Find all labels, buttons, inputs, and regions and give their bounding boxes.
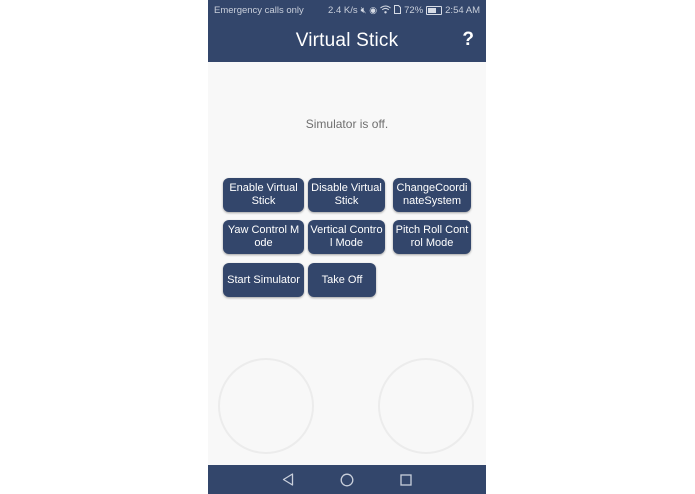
simulator-status-text: Simulator is off. <box>305 117 389 131</box>
status-icons: 2.4 K/s 🔇︎ ◉ 72% 2:54 AM <box>328 4 480 16</box>
yaw-control-mode-button[interactable]: Yaw Control Mode <box>223 220 304 254</box>
back-icon[interactable] <box>280 472 296 488</box>
carrier-text: Emergency calls only <box>214 4 304 16</box>
clock: 2:54 AM <box>445 4 480 16</box>
phone-screen: Emergency calls only 2.4 K/s 🔇︎ ◉ 72% 2:… <box>208 0 486 494</box>
network-speed: 2.4 K/s <box>328 4 358 16</box>
status-bar: Emergency calls only 2.4 K/s 🔇︎ ◉ 72% 2:… <box>208 0 486 20</box>
eye-icon: ◉ <box>369 4 378 15</box>
help-button[interactable]: ? <box>462 29 474 51</box>
app-bar: Virtual Stick ? <box>208 20 486 62</box>
vertical-control-mode-button[interactable]: Vertical Control Mode <box>308 220 385 254</box>
navigation-bar <box>208 465 486 494</box>
wifi-icon <box>380 5 391 16</box>
take-off-button[interactable]: Take Off <box>308 263 376 297</box>
battery-icon <box>426 5 443 15</box>
sim-icon <box>394 4 402 16</box>
change-coordinate-system-button[interactable]: ChangeCoordinateSystem <box>393 178 471 212</box>
recents-icon[interactable] <box>398 472 414 488</box>
home-icon[interactable] <box>339 472 355 488</box>
pitch-roll-control-mode-button[interactable]: Pitch Roll Control Mode <box>393 220 471 254</box>
battery-percent: 72% <box>404 4 424 16</box>
left-joystick[interactable] <box>218 358 314 454</box>
mute-icon: 🔇︎ <box>360 4 367 15</box>
page-title: Virtual Stick <box>295 30 399 51</box>
start-simulator-button[interactable]: Start Simulator <box>223 263 304 297</box>
enable-virtual-stick-button[interactable]: Enable Virtual Stick <box>223 178 304 212</box>
disable-virtual-stick-button[interactable]: Disable Virtual Stick <box>308 178 385 212</box>
right-joystick[interactable] <box>378 358 474 454</box>
